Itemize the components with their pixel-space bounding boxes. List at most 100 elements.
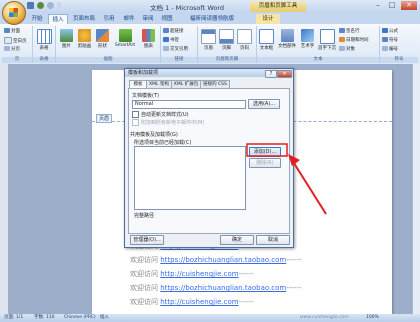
office-button[interactable] — [2, 1, 26, 25]
close-button[interactable]: ✕ — [401, 1, 417, 10]
header-icon — [201, 29, 216, 44]
drop-cap-button[interactable]: 首字下沉 — [317, 29, 337, 51]
page-break-button[interactable]: 分页 — [4, 46, 20, 52]
redo-icon[interactable] — [47, 2, 54, 9]
global-templates-sublabel: 所选项目当前已经加载(C) — [134, 140, 192, 146]
cancel-button[interactable]: 取消 — [256, 235, 290, 245]
group-symbols: 公式 符号 编号 符号 — [380, 26, 418, 63]
smartart-icon — [118, 29, 132, 42]
doc-template-label: 文档模板(T) — [132, 93, 159, 99]
group-pages-label: 页 — [2, 57, 32, 63]
group-table-label: 表格 — [33, 57, 55, 63]
status-page[interactable]: 页面: 1/1 — [4, 314, 23, 322]
tab-review[interactable]: 审阅 — [140, 14, 156, 24]
attach-email-option[interactable]: 附加到所有新电子邮件中(M) — [132, 119, 204, 126]
status-words[interactable]: 字数: 110 — [34, 314, 55, 322]
blank-page-button[interactable]: 空白页 — [4, 37, 27, 44]
tab-foxit[interactable]: 福昕阅读器领航版 — [178, 14, 246, 24]
bookmark-icon — [163, 37, 169, 42]
symbol-button[interactable]: 符号 — [382, 37, 398, 43]
object-icon — [339, 46, 345, 51]
status-bar: 页面: 1/1 字数: 110 Chinese (PRC) 插入 www.cui… — [0, 314, 420, 322]
ok-button[interactable]: 确定 — [220, 235, 254, 245]
picture-label: 图片 — [62, 44, 71, 49]
doc-template-field[interactable]: Normal — [132, 100, 246, 109]
group-illustrations-label: 插图 — [56, 57, 160, 63]
group-header-footer-label: 页眉和页脚 — [198, 57, 256, 63]
signature-line-label: 签名行 — [346, 29, 360, 34]
footer-button[interactable]: 页脚 — [218, 29, 235, 51]
undo-icon[interactable] — [37, 2, 44, 9]
date-time-button[interactable]: 日期和时间 — [339, 37, 369, 43]
tab-home[interactable]: 开始 — [28, 14, 46, 24]
tab-page-layout[interactable]: 页面布局 — [70, 14, 98, 24]
qat-dropdown-icon[interactable] — [57, 2, 61, 9]
textbox-button[interactable]: 文本框 — [258, 29, 275, 51]
signature-line-button[interactable]: 签名行 — [339, 28, 360, 34]
equation-icon — [382, 28, 388, 33]
signature-line-icon — [339, 28, 345, 33]
full-path-label: 完整路径 — [134, 213, 155, 219]
minimize-button[interactable]: – — [372, 1, 384, 10]
attach-email-checkbox[interactable] — [132, 119, 139, 126]
vertical-ruler — [0, 64, 9, 314]
global-templates-list[interactable] — [134, 146, 246, 210]
smartart-button[interactable]: SmartArt — [112, 29, 138, 48]
auto-update-label: 自动更新文档样式(U) — [141, 112, 189, 118]
footer-label: 页脚 — [222, 46, 231, 51]
page-break-icon — [4, 46, 10, 51]
blank-page-label: 空白页 — [13, 39, 27, 44]
doc-line-prefix: 欢迎访问 — [130, 284, 158, 292]
select-template-button[interactable]: 选用(A)... — [248, 99, 280, 109]
tab-mailings[interactable]: 邮件 — [121, 14, 137, 24]
footer-icon — [219, 29, 234, 44]
clipart-label: 剪贴画 — [77, 44, 92, 49]
vertical-scrollbar[interactable] — [412, 64, 420, 314]
equation-button[interactable]: 公式 — [382, 28, 398, 34]
quick-parts-button[interactable]: 文档部件 — [276, 29, 298, 49]
numbering-icon — [382, 46, 388, 51]
cover-page-label: 封面 — [11, 29, 20, 34]
bookmark-button[interactable]: 书签 — [163, 37, 179, 43]
dialog-title: 模板和加载项 — [128, 70, 159, 76]
cross-reference-button[interactable]: 交叉引用 — [163, 46, 188, 52]
page-number-button[interactable]: 页码 — [236, 29, 253, 51]
group-header-footer: 页眉 页脚 页码 页眉和页脚 — [198, 26, 257, 63]
cover-page-button[interactable]: 封面 — [4, 28, 20, 34]
wordart-button[interactable]: 艺术字 — [299, 29, 316, 49]
date-time-label: 日期和时间 — [346, 38, 369, 43]
doc-link[interactable]: http://cuishengjie.com — [160, 298, 238, 306]
doc-link[interactable]: http://cuishengjie.com — [160, 270, 238, 278]
numbering-button[interactable]: 编号 — [382, 46, 398, 52]
doc-link[interactable]: https://bozhichuanglian.taobao.com — [160, 256, 286, 264]
quick-parts-label: 文档部件 — [278, 44, 296, 49]
table-button[interactable]: 表格 — [36, 29, 52, 51]
tab-view[interactable]: 视图 — [159, 14, 175, 24]
object-label: 对象 — [346, 47, 355, 52]
doc-line-dashes: ------ — [238, 270, 254, 278]
status-zoom[interactable]: 100% — [366, 314, 379, 322]
auto-update-checkbox[interactable] — [132, 111, 139, 118]
object-button[interactable]: 对象 — [339, 46, 355, 52]
add-button[interactable]: 添加(D)... — [249, 147, 281, 157]
clipart-button[interactable]: 剪贴画 — [76, 29, 93, 49]
remove-button[interactable]: 删除(R) — [249, 158, 281, 168]
auto-update-option[interactable]: 自动更新文档样式(U) — [132, 111, 189, 118]
header-button[interactable]: 页眉 — [200, 29, 217, 51]
shapes-button[interactable]: 形状 — [94, 29, 111, 49]
save-icon[interactable] — [27, 2, 34, 9]
dialog-help-button[interactable]: ? — [265, 70, 277, 78]
picture-button[interactable]: 图片 — [58, 29, 75, 49]
textbox-label: 文本框 — [259, 46, 274, 51]
status-insert-mode[interactable]: 插入 — [100, 314, 109, 322]
status-language[interactable]: Chinese (PRC) — [64, 314, 96, 322]
hyperlink-button[interactable]: 超链接 — [163, 28, 184, 34]
chart-button[interactable]: 图表 — [140, 29, 157, 49]
tab-design[interactable]: 设计 — [256, 14, 280, 24]
maximize-button[interactable]: □ — [386, 1, 398, 10]
doc-line-4: 欢迎访问 https://bozhichuanglian.taobao.com-… — [130, 283, 301, 293]
dialog-close-button[interactable]: ✕ — [277, 70, 292, 78]
doc-link[interactable]: https://bozhichuanglian.taobao.com — [160, 284, 286, 292]
tab-references[interactable]: 引用 — [101, 14, 117, 24]
organizer-button[interactable]: 管理器(O)... — [130, 235, 164, 245]
